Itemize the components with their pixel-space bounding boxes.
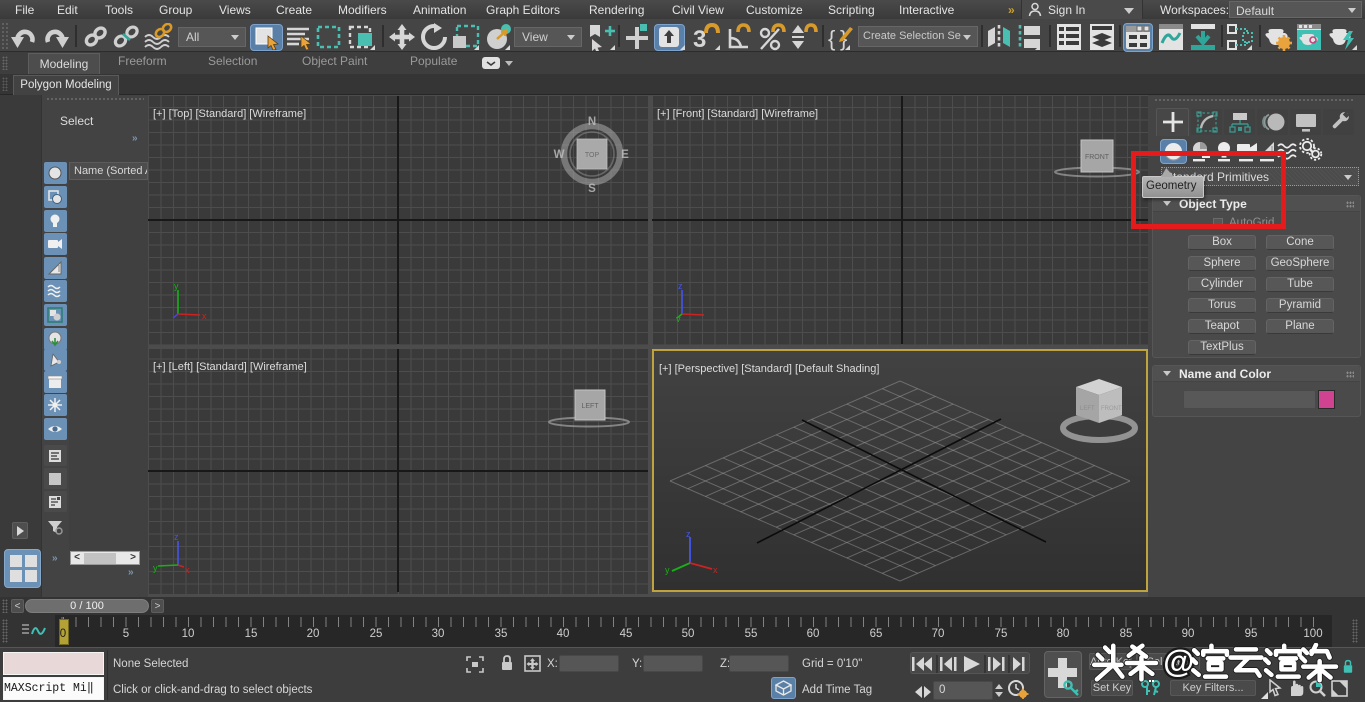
svg-text:x: x	[185, 565, 190, 573]
svg-text:z: z	[174, 533, 179, 542]
svg-text:N: N	[588, 116, 596, 128]
svg-text:LEFT: LEFT	[581, 403, 599, 410]
svg-text:{: {	[828, 26, 835, 51]
svg-text:TOP: TOP	[585, 152, 600, 159]
svg-text:y: y	[665, 565, 670, 575]
svg-text:LEFT: LEFT	[1080, 406, 1095, 412]
svg-text:y: y	[153, 563, 158, 573]
svg-text:x: x	[713, 565, 718, 575]
svg-text:x: x	[202, 311, 207, 321]
svg-text:FRONT: FRONT	[1101, 406, 1122, 412]
svg-text:y: y	[174, 282, 179, 291]
svg-text:z: z	[678, 282, 683, 291]
svg-text:E: E	[621, 149, 629, 161]
svg-text:S: S	[588, 183, 596, 195]
svg-text:W: W	[554, 149, 565, 161]
svg-text:z: z	[686, 531, 691, 539]
svg-text:FRONT: FRONT	[1085, 154, 1110, 161]
svg-text:y: y	[676, 314, 681, 322]
